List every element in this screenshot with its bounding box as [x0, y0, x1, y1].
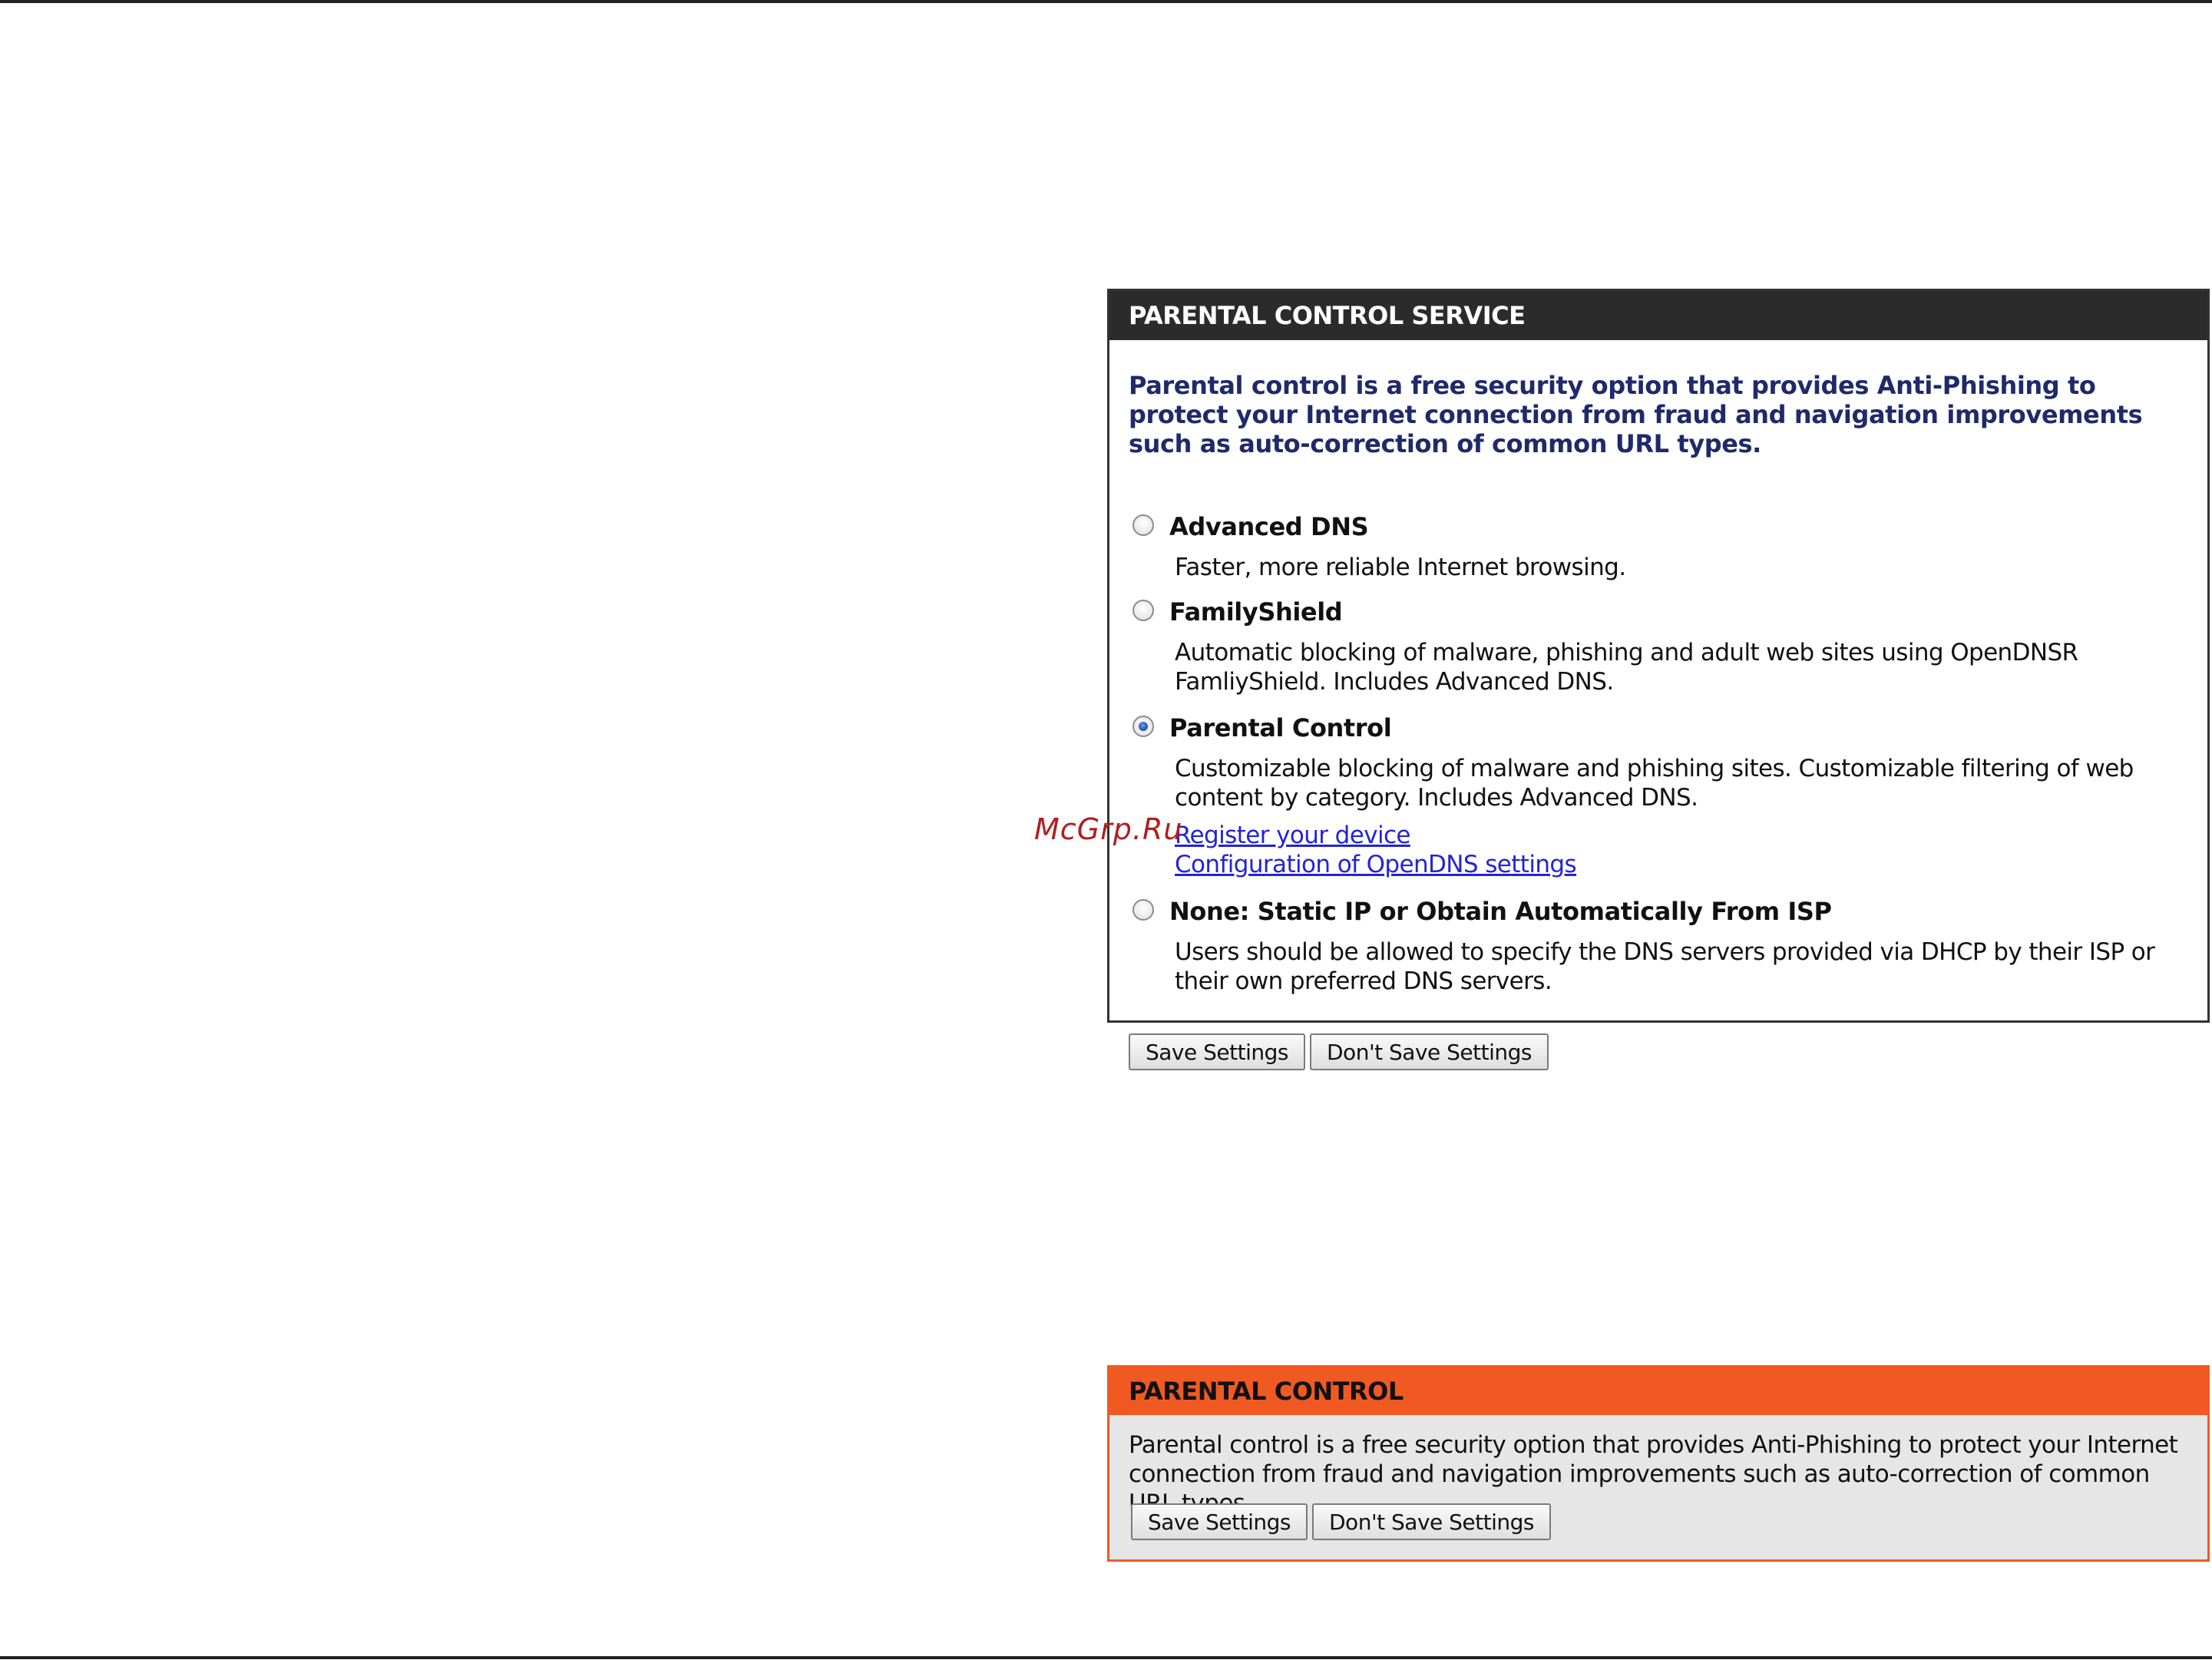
- parental-control-title: Parental Control: [1169, 713, 1392, 742]
- advanced-dns-description: Faster, more reliable Internet browsing.: [1175, 554, 1626, 581]
- control-dont-save-settings-button[interactable]: Don't Save Settings: [1312, 1503, 1551, 1540]
- service-intro-text: Parental control is a free security opti…: [1129, 371, 2143, 458]
- bottom-page-rule: [0, 1656, 2212, 1659]
- familyshield-radio[interactable]: [1132, 600, 1154, 621]
- familyshield-description: Automatic blocking of malware, phishing …: [1175, 639, 2078, 696]
- parental-control-description: Customizable blocking of malware and phi…: [1175, 754, 2204, 879]
- advanced-dns-title: Advanced DNS: [1169, 512, 1369, 541]
- control-panel-header: PARENTAL CONTROL: [1109, 1367, 2207, 1415]
- parental-control-description-text: Customizable blocking of malware and phi…: [1175, 755, 2134, 812]
- service-dont-save-settings-button[interactable]: Don't Save Settings: [1310, 1033, 1549, 1070]
- none-static-ip-description: Users should be allowed to specify the D…: [1175, 938, 2155, 995]
- advanced-dns-radio[interactable]: [1132, 514, 1154, 536]
- familyshield-title: FamilyShield: [1169, 597, 1343, 627]
- none-static-ip-radio[interactable]: [1132, 899, 1154, 921]
- watermark-text: McGrp.Ru: [1034, 812, 1183, 846]
- none-static-ip-title: None: Static IP or Obtain Automatically …: [1169, 897, 1832, 926]
- control-save-settings-button[interactable]: Save Settings: [1131, 1503, 1308, 1540]
- parental-control-service-panel: PARENTAL CONTROL SERVICE Parental contro…: [1107, 289, 2210, 1023]
- parental-control-panel: PARENTAL CONTROL Parental control is a f…: [1107, 1365, 2210, 1562]
- description-spacer: [1175, 812, 2204, 821]
- top-page-rule: [0, 0, 2212, 3]
- service-save-settings-button[interactable]: Save Settings: [1129, 1033, 1305, 1070]
- opendns-config-link[interactable]: Configuration of OpenDNS settings: [1175, 850, 2204, 879]
- parental-control-radio[interactable]: [1132, 716, 1154, 737]
- service-panel-header: PARENTAL CONTROL SERVICE: [1109, 291, 2207, 340]
- register-device-link[interactable]: Register your device: [1175, 821, 2204, 850]
